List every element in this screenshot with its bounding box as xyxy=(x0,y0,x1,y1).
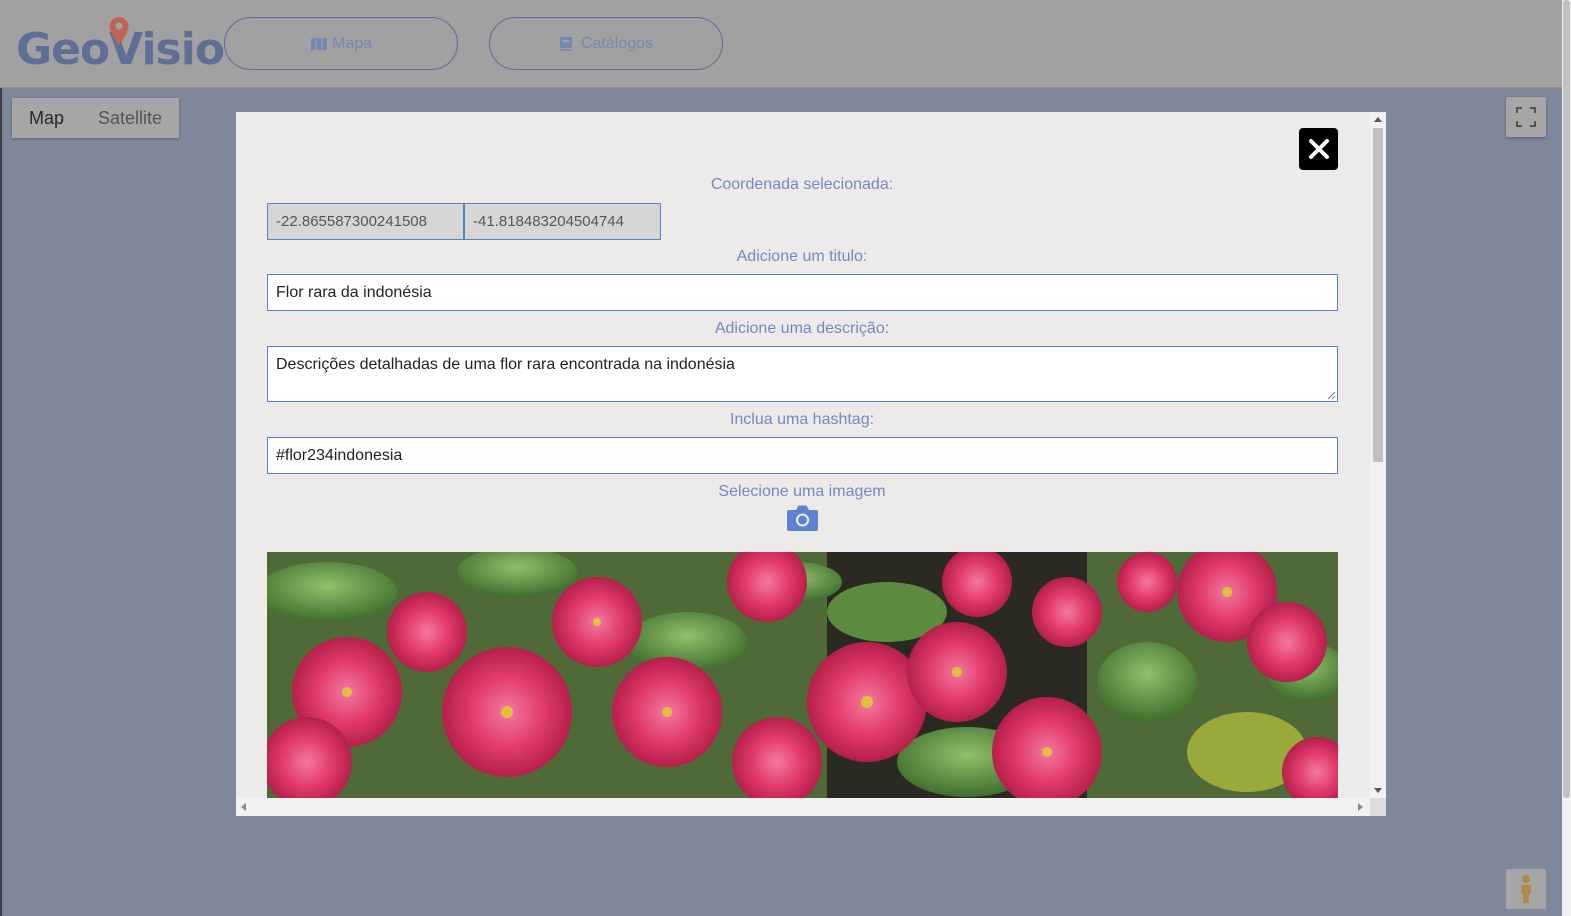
map-type-control: Map Satellite xyxy=(12,98,180,138)
geovisio-logo[interactable]: GeoVisio xyxy=(16,14,225,74)
hashtag-label: Inclua uma hashtag: xyxy=(729,411,875,428)
pegman-icon xyxy=(1521,875,1531,903)
modal-scrollbar-thumb[interactable] xyxy=(1373,128,1383,462)
nav-catalogos-label: Catálogos xyxy=(580,34,654,52)
image-preview xyxy=(267,552,1338,799)
scroll-left-arrow[interactable] xyxy=(241,803,246,811)
app-header: GeoVisio Mapa Catálogos xyxy=(0,0,1562,88)
add-point-modal: Coordenada selecionada: -22.865587300241… xyxy=(236,112,1386,816)
map-type-satellite-button[interactable]: Satellite xyxy=(81,98,180,138)
fullscreen-icon xyxy=(1516,107,1536,127)
book-icon xyxy=(559,36,577,52)
scroll-right-arrow[interactable] xyxy=(1358,803,1363,811)
map-type-map-button[interactable]: Map xyxy=(12,98,82,138)
description-label: Adicione uma descrição: xyxy=(714,320,890,337)
modal-horizontal-scrollbar[interactable] xyxy=(236,798,1370,816)
image-label: Selecione uma imagem xyxy=(718,483,886,500)
window-edge xyxy=(0,88,2,916)
close-icon xyxy=(1308,139,1329,159)
fullscreen-button[interactable] xyxy=(1506,97,1546,137)
page-scrollbar[interactable] xyxy=(1562,0,1571,916)
scrollbar-corner xyxy=(1370,798,1386,816)
modal-vertical-scrollbar[interactable] xyxy=(1370,112,1386,798)
description-textarea[interactable]: Descrições detalhadas de uma flor rara e… xyxy=(267,346,1338,402)
coordinate-label: Coordenada selecionada: xyxy=(710,176,894,193)
scroll-up-arrow[interactable] xyxy=(1374,117,1382,122)
street-view-button[interactable] xyxy=(1506,869,1546,909)
flower-photo xyxy=(267,552,1338,799)
page-scrollbar-thumb[interactable] xyxy=(1563,0,1570,798)
close-button[interactable] xyxy=(1299,128,1338,170)
longitude-field[interactable]: -41.818483204504744 xyxy=(464,203,661,240)
title-input[interactable]: Flor rara da indonésia xyxy=(267,274,1338,311)
scroll-down-arrow[interactable] xyxy=(1374,788,1382,793)
camera-icon[interactable] xyxy=(786,503,819,532)
map-icon xyxy=(310,36,328,52)
hashtag-input[interactable]: #flor234indonesia xyxy=(267,437,1338,474)
nav-catalogos-button[interactable]: Catálogos xyxy=(489,17,723,70)
location-pin-icon xyxy=(109,17,129,45)
nav-mapa-button[interactable]: Mapa xyxy=(224,17,458,70)
latitude-field[interactable]: -22.865587300241508 xyxy=(267,203,464,240)
description-text: Descrições detalhadas de uma flor rara e… xyxy=(276,356,735,373)
title-label: Adicione um titulo: xyxy=(736,248,868,265)
resize-grip-icon[interactable] xyxy=(1327,391,1336,400)
nav-mapa-label: Mapa xyxy=(331,34,373,52)
